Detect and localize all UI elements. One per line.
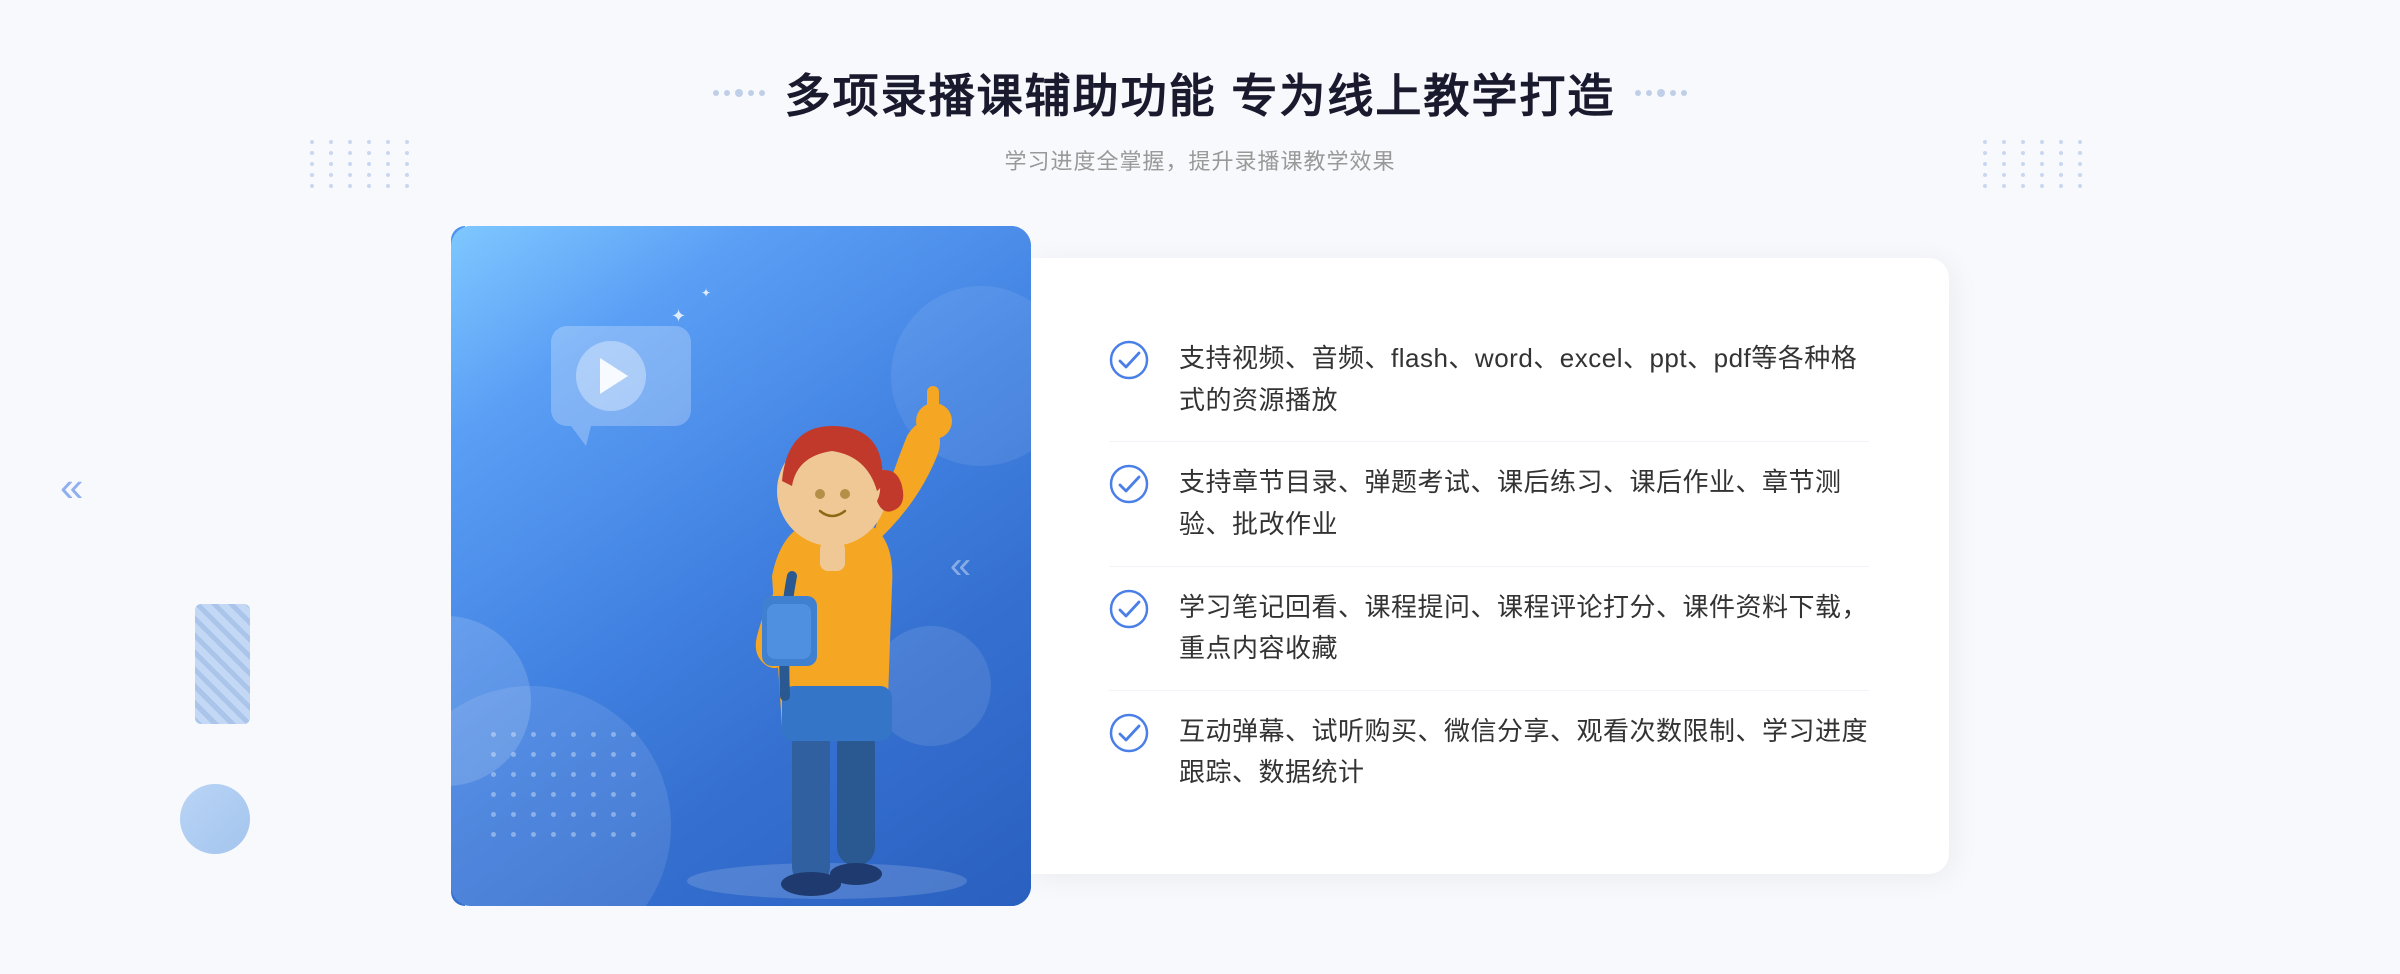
title-row: 多项录播课辅助功能 专为线上教学打造 <box>713 60 1688 126</box>
feature-text-2: 支持章节目录、弹题考试、课后练习、课后作业、章节测验、批改作业 <box>1179 462 1869 545</box>
sparkle-2: ✦ <box>701 286 711 300</box>
deco-dot-4 <box>748 90 754 96</box>
feature-item-3: 学习笔记回看、课程提问、课程评论打分、课件资料下载，重点内容收藏 <box>1109 566 1869 690</box>
check-icon-2 <box>1109 464 1149 504</box>
deco-dot-r4 <box>1670 90 1676 96</box>
dot-pattern-top-left <box>310 140 417 188</box>
circle-decoration-bottom-left <box>180 784 250 854</box>
sparkle-1: ✦ <box>671 306 686 327</box>
page-header: 多项录播课辅助功能 专为线上教学打造 学习进度全掌握，提升录播课教学效果 <box>713 0 1688 176</box>
deco-dot-5 <box>759 90 765 96</box>
deco-dot-r1 <box>1635 90 1641 96</box>
left-arrow-decoration: « <box>60 463 83 511</box>
page-subtitle: 学习进度全掌握，提升录播课教学效果 <box>713 144 1688 176</box>
feature-item-1: 支持视频、音频、flash、word、excel、ppt、pdf等各种格式的资源… <box>1109 318 1869 441</box>
feature-text-3: 学习笔记回看、课程提问、课程评论打分、课件资料下载，重点内容收藏 <box>1179 587 1869 670</box>
deco-dot-1 <box>713 90 719 96</box>
deco-dot-r5 <box>1681 90 1687 96</box>
features-panel: 支持视频、音频、flash、word、excel、ppt、pdf等各种格式的资源… <box>1029 258 1949 874</box>
check-icon-3 <box>1109 589 1149 629</box>
illustration-card-inner: ✦ ✦ « <box>451 226 1031 906</box>
feature-item-4: 互动弹幕、试听购买、微信分享、观看次数限制、学习进度跟踪、数据统计 <box>1109 690 1869 814</box>
feature-text-1: 支持视频、音频、flash、word、excel、ppt、pdf等各种格式的资源… <box>1179 338 1869 421</box>
play-bubble-tail <box>571 426 591 446</box>
header-deco-left <box>713 89 765 97</box>
header-deco-right <box>1635 89 1687 97</box>
striped-decoration <box>195 604 250 724</box>
illustration-card: ✦ ✦ « <box>451 226 1031 906</box>
page-container: « 多项录播课辅助功能 专为线上教学打造 <box>0 0 2400 974</box>
check-icon-1 <box>1109 340 1149 380</box>
main-content: ✦ ✦ « <box>400 226 2000 906</box>
deco-dot-r2 <box>1646 90 1652 96</box>
deco-dot-3 <box>735 89 743 97</box>
person-figure <box>627 326 1007 906</box>
deco-dot-r3 <box>1657 89 1665 97</box>
deco-dot-2 <box>724 90 730 96</box>
feature-item-2: 支持章节目录、弹题考试、课后练习、课后作业、章节测验、批改作业 <box>1109 441 1869 565</box>
page-title: 多项录播课辅助功能 专为线上教学打造 <box>785 60 1616 126</box>
play-triangle-icon <box>600 358 628 394</box>
dot-pattern-top-right <box>1983 140 2090 188</box>
feature-text-4: 互动弹幕、试听购买、微信分享、观看次数限制、学习进度跟踪、数据统计 <box>1179 711 1869 794</box>
check-icon-4 <box>1109 713 1149 753</box>
